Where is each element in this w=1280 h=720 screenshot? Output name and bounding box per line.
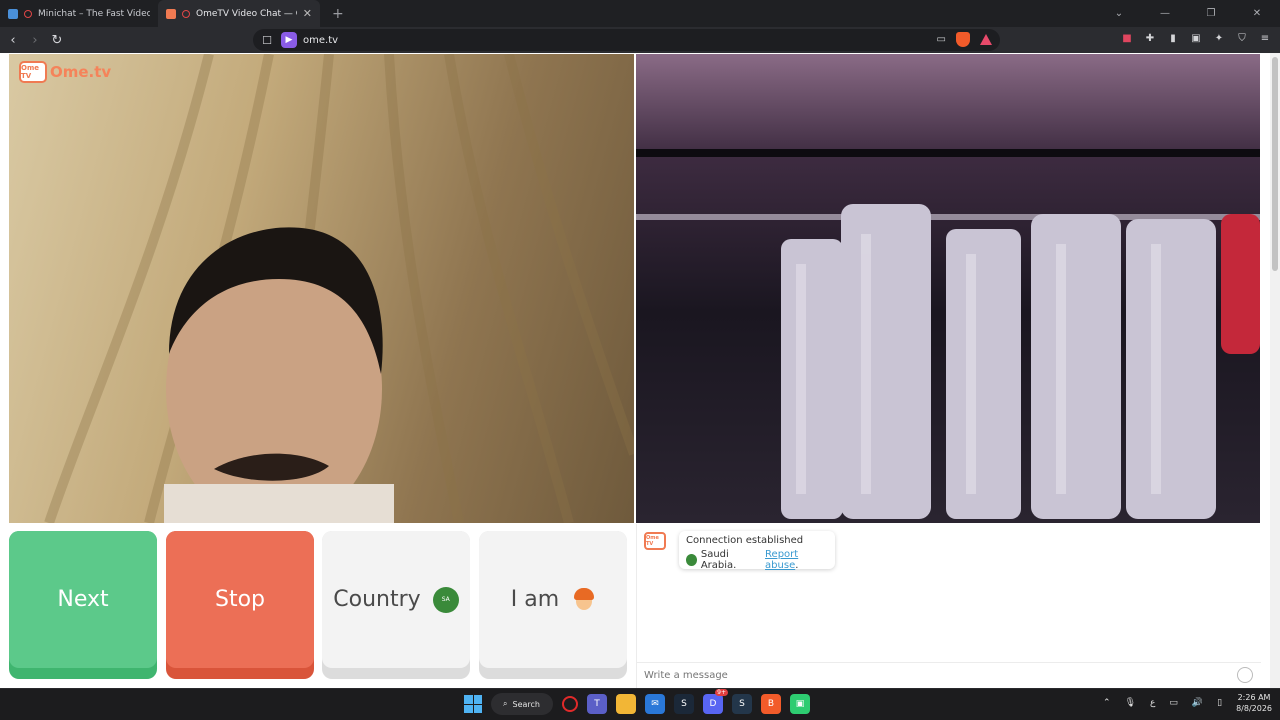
battery-icon[interactable]: ▯ xyxy=(1217,698,1222,708)
local-video: Ome TV Ome.tv xyxy=(9,54,634,523)
stranger-video xyxy=(636,54,1260,523)
reload-icon[interactable]: ↻ xyxy=(47,33,67,48)
next-button[interactable]: Next xyxy=(9,531,157,679)
saudi-flag-icon: SA xyxy=(432,586,459,613)
ometv-chat-icon: Ome TV xyxy=(644,532,666,550)
stop-button[interactable]: Stop xyxy=(166,531,314,679)
minichat-favicon xyxy=(8,8,18,19)
forward-icon[interactable]: › xyxy=(25,33,45,48)
chat-panel: Ome TV Connection established Saudi Arab… xyxy=(636,524,1261,688)
bookmark-icon[interactable]: ☐ xyxy=(258,34,276,47)
boy-icon xyxy=(573,587,595,612)
local-video-scene xyxy=(44,54,634,523)
message-input[interactable] xyxy=(644,670,1204,681)
sidebar-icon[interactable]: ▮ xyxy=(1166,32,1180,46)
close-window-icon[interactable]: ✕ xyxy=(1234,0,1280,27)
stranger-video-scene xyxy=(636,149,1260,519)
network-icon[interactable]: ▭ xyxy=(1169,698,1178,708)
steam-icon-2[interactable]: S xyxy=(732,694,752,714)
logo-tv-icon: Ome TV xyxy=(19,61,47,83)
ometv-favicon xyxy=(166,8,176,19)
country-label: Country xyxy=(333,587,421,612)
new-tab-button[interactable]: + xyxy=(332,6,344,22)
gender-button[interactable]: I am xyxy=(479,531,627,679)
report-trailing: . xyxy=(795,560,799,571)
minimize-icon[interactable]: — xyxy=(1142,0,1188,27)
steam-icon[interactable]: S xyxy=(674,694,694,714)
page-scrollbar[interactable] xyxy=(1270,53,1280,688)
extensions-area: ■ ✚ ▮ ▣ ✦ ⛉ ≡ xyxy=(1120,32,1272,46)
browser-tab-bar: Minichat – The Fast Video Chat OmeTV Vid… xyxy=(0,0,1280,27)
mail-icon[interactable]: ✉ xyxy=(645,694,665,714)
close-tab-icon[interactable]: ✕ xyxy=(303,7,312,20)
app-icon[interactable]: ▣ xyxy=(790,694,810,714)
iam-label: I am xyxy=(510,587,560,612)
tab-title: OmeTV Video Chat — Omeg xyxy=(196,8,297,19)
camera-permission-icon[interactable]: ▶ xyxy=(281,32,297,48)
volume-icon[interactable]: 🔊 xyxy=(1192,698,1203,708)
scrollbar-thumb[interactable] xyxy=(1272,57,1278,271)
stop-label: Stop xyxy=(214,587,265,612)
emoji-icon[interactable] xyxy=(1237,667,1253,683)
teams-icon[interactable]: T xyxy=(587,694,607,714)
search-label: Search xyxy=(512,699,540,709)
country-button[interactable]: Country SA xyxy=(322,531,470,679)
next-label: Next xyxy=(57,587,109,612)
message-bar xyxy=(637,662,1261,688)
menu-icon[interactable]: ≡ xyxy=(1258,32,1272,46)
recording-icon xyxy=(24,9,32,18)
brave-icon[interactable]: B xyxy=(761,694,781,714)
date: 8/8/2026 xyxy=(1236,704,1272,713)
address-bar[interactable]: ☐ ▶ ome.tv ▭ xyxy=(253,29,1000,51)
puzzle-icon[interactable]: ✚ xyxy=(1143,32,1157,46)
tab-ometv[interactable]: OmeTV Video Chat — Omeg ✕ xyxy=(158,0,320,27)
microphone-icon[interactable]: 🎙 xyxy=(1125,698,1136,708)
file-explorer-icon[interactable] xyxy=(616,694,636,714)
back-icon[interactable]: ‹ xyxy=(3,33,23,48)
ometv-page: Ome TV Ome.tv Next Stop Country SA I am … xyxy=(0,53,1270,688)
tab-search-icon[interactable]: ⌄ xyxy=(1096,0,1142,27)
system-tray: ⌃ 🎙 ع ▭ 🔊 ▯ 2:26 AM 8/8/2026 xyxy=(1103,692,1272,714)
clock[interactable]: 2:26 AM 8/8/2026 xyxy=(1236,692,1272,714)
url-text[interactable]: ome.tv xyxy=(303,35,338,46)
tray-overflow-icon[interactable]: ⌃ xyxy=(1103,698,1111,708)
language-indicator[interactable]: ع xyxy=(1150,698,1155,708)
wallet-icon[interactable]: ▣ xyxy=(1189,32,1203,46)
window-controls: ⌄ — ❐ ✕ xyxy=(1096,0,1280,27)
windows-taskbar: ⌕ Search T ✉ S D 9+ S B ▣ ⌃ 🎙 ع ▭ 🔊 ▯ 2:2… xyxy=(0,688,1280,720)
vpn-icon[interactable]: ⛉ xyxy=(1235,32,1249,46)
recording-icon xyxy=(182,9,190,18)
restore-icon[interactable]: ❐ xyxy=(1188,0,1234,27)
cast-icon[interactable]: ▭ xyxy=(937,34,946,45)
connection-status: Connection established xyxy=(686,535,804,546)
extension-icon[interactable]: ■ xyxy=(1120,32,1134,46)
report-abuse-link[interactable]: Report abuse xyxy=(765,549,798,571)
site-logo[interactable]: Ome TV Ome.tv xyxy=(19,61,111,83)
brave-shields-icon[interactable] xyxy=(956,32,970,47)
leo-icon[interactable]: ✦ xyxy=(1212,32,1226,46)
browser-toolbar: ‹ › ↻ ☐ ▶ ome.tv ▭ ■ ✚ ▮ ▣ ✦ ⛉ ≡ xyxy=(0,27,1280,53)
opera-icon[interactable] xyxy=(562,696,578,712)
logo-text: Ome.tv xyxy=(50,63,112,81)
system-message: Connection established Saudi Arabia. Rep… xyxy=(679,531,835,571)
brave-rewards-icon[interactable] xyxy=(980,34,992,45)
stranger-country: Saudi Arabia. xyxy=(700,549,737,571)
time: 2:26 AM xyxy=(1237,693,1271,702)
discord-icon[interactable]: D 9+ xyxy=(703,689,728,714)
discord-badge: 9+ xyxy=(715,689,728,696)
start-icon[interactable] xyxy=(464,695,482,713)
taskbar-search[interactable]: ⌕ Search xyxy=(491,693,553,715)
tab-title: Minichat – The Fast Video Chat xyxy=(38,8,150,19)
tab-minichat[interactable]: Minichat – The Fast Video Chat xyxy=(0,0,158,27)
saudi-flag-icon xyxy=(686,554,697,566)
